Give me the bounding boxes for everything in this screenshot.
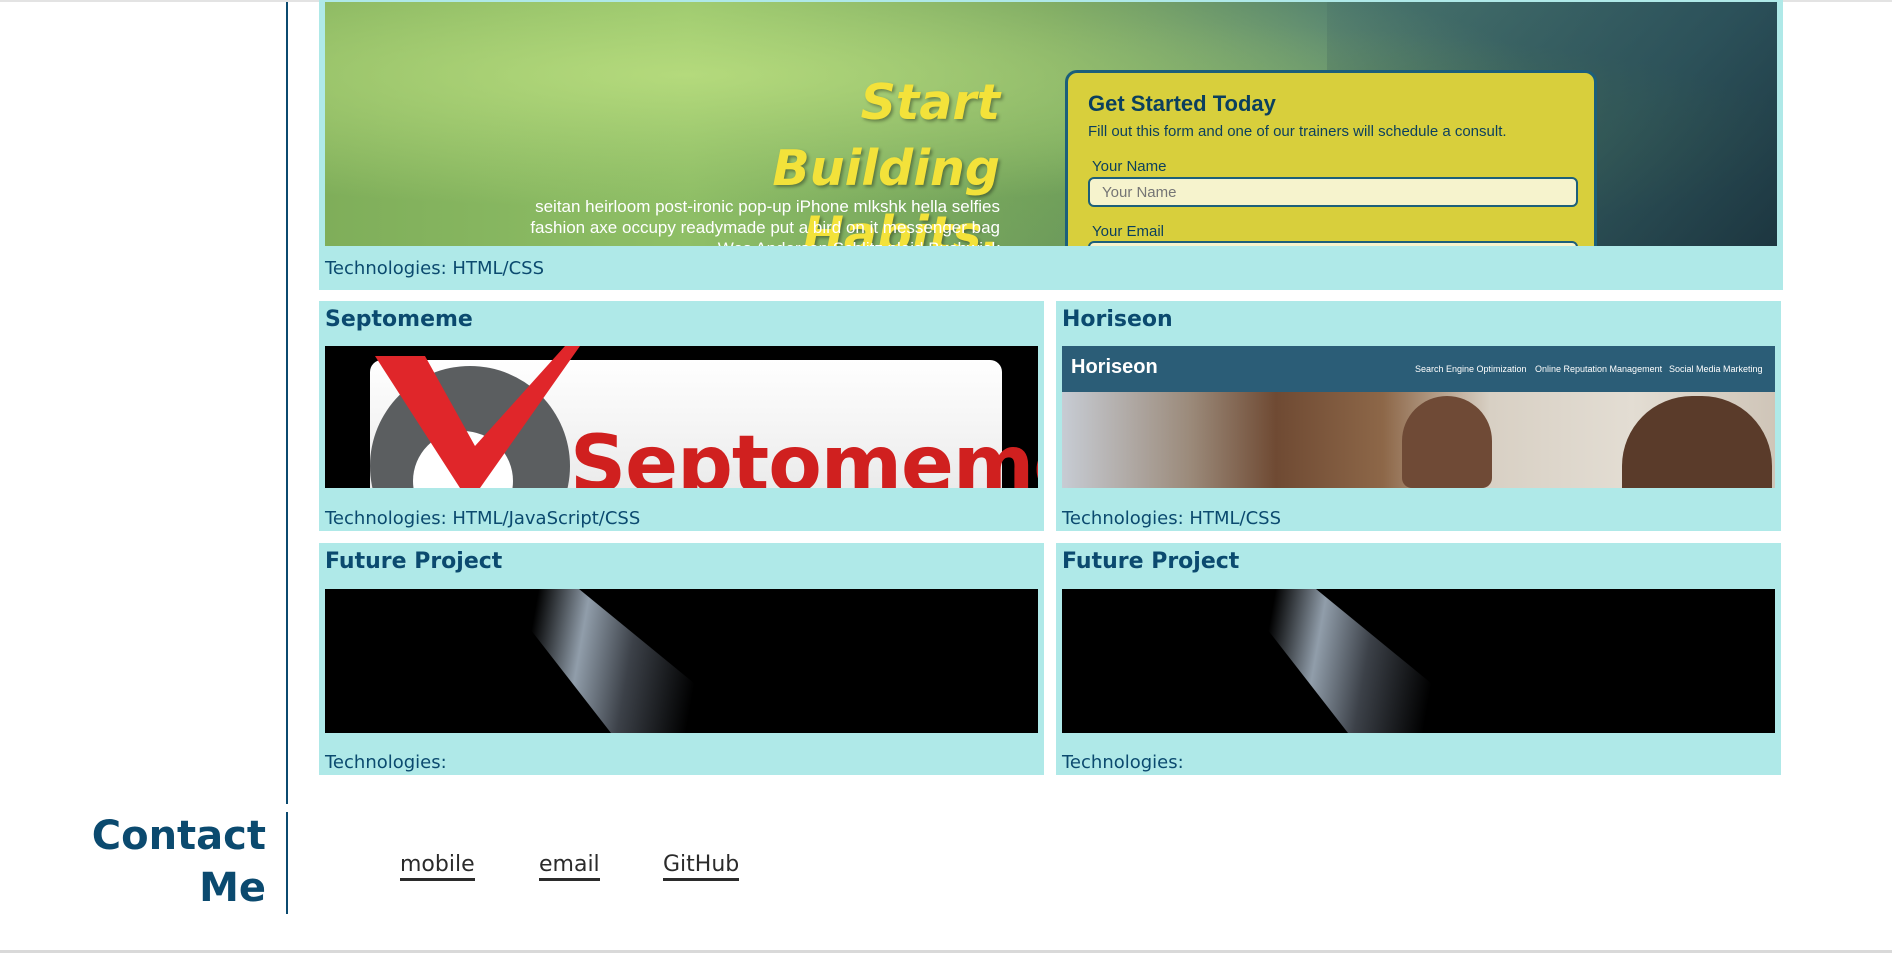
- project-title: Horiseon: [1062, 307, 1173, 332]
- horiseon-logo: Horiseon: [1071, 356, 1158, 378]
- project-technologies: Technologies: HTML/JavaScript/CSS: [325, 508, 641, 529]
- spotlight-beam: [1236, 589, 1492, 733]
- septomeme-screenshot[interactable]: Septomeme: [325, 346, 1038, 488]
- screenshot-nav-item: Social Media Marketing: [1669, 364, 1763, 374]
- contact-link-email[interactable]: email: [539, 852, 600, 881]
- screenshot-person: [1402, 396, 1492, 488]
- screenshot-body-copy: seitan heirloom post-ironic pop-up iPhon…: [530, 197, 1000, 246]
- contact-section-divider: [286, 812, 288, 914]
- septomeme-wordmark: Septomeme: [570, 420, 1038, 488]
- spotlight-beam: [499, 589, 755, 733]
- screenshot-form-subtitle: Fill out this form and one of our traine…: [1088, 123, 1507, 140]
- project-title: Septomeme: [325, 307, 473, 332]
- project-title: Future Project: [1062, 549, 1240, 574]
- contact-link-mobile[interactable]: mobile: [400, 852, 475, 881]
- screenshot-nav-item: Online Reputation Management: [1535, 364, 1663, 374]
- screenshot-form-title: Get Started Today: [1088, 91, 1276, 116]
- screenshot-email-field: [1088, 241, 1578, 246]
- screenshot-name-field: Your Name: [1088, 177, 1578, 207]
- project-technologies: Technologies: HTML/CSS: [1062, 508, 1281, 529]
- screenshot-email-label: Your Email: [1092, 223, 1164, 240]
- contact-heading: Contact Me: [91, 813, 266, 911]
- screenshot-nav-item: Search Engine Optimization: [1415, 364, 1527, 374]
- featured-project-screenshot[interactable]: Start Building Habits. seitan heirloom p…: [325, 2, 1777, 246]
- future-project-placeholder-image[interactable]: [325, 589, 1038, 733]
- screenshot-name-label: Your Name: [1092, 158, 1167, 175]
- contact-link-github[interactable]: GitHub: [663, 852, 740, 881]
- future-project-placeholder-image[interactable]: [1062, 589, 1775, 733]
- check-mark-icon: [375, 346, 580, 488]
- work-section-divider: [286, 2, 288, 804]
- project-technologies: Technologies:: [325, 752, 447, 773]
- project-technologies: Technologies:: [1062, 752, 1184, 773]
- horiseon-screenshot[interactable]: Horiseon Search Engine Optimization Onli…: [1062, 346, 1775, 488]
- screenshot-header-bar: Horiseon Search Engine Optimization Onli…: [1062, 346, 1775, 392]
- screenshot-signup-form: Get Started Today Fill out this form and…: [1065, 70, 1597, 246]
- project-title: Future Project: [325, 549, 503, 574]
